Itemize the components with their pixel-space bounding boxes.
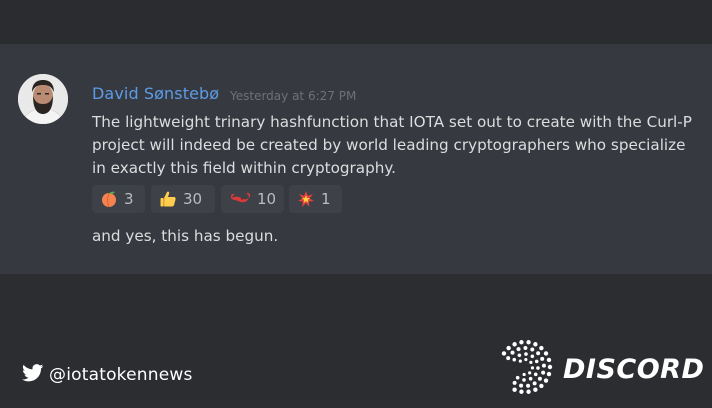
twitter-credit: @iotatokennews xyxy=(22,364,193,386)
followup-message-text: and yes, this has begun. xyxy=(92,227,279,245)
author-name[interactable]: David Sønstebø xyxy=(92,84,219,103)
top-spacer xyxy=(0,0,712,44)
message-text: The lightweight trinary hashfunction tha… xyxy=(92,113,692,177)
reaction-count: 10 xyxy=(257,190,277,208)
reaction-peach[interactable]: 3 xyxy=(92,185,145,213)
peach-icon xyxy=(100,190,118,208)
twitter-bird-icon xyxy=(22,364,44,386)
avatar[interactable] xyxy=(18,74,68,124)
reaction-lobster[interactable]: 10 xyxy=(221,185,284,213)
reaction-count: 3 xyxy=(124,190,134,208)
twitter-handle: @iotatokennews xyxy=(49,365,193,385)
lobster-icon xyxy=(229,190,251,208)
thumbs-up-icon xyxy=(159,190,177,208)
reaction-thumbs-up[interactable]: 30 xyxy=(151,185,215,213)
reaction-collision[interactable]: 1 xyxy=(289,185,342,213)
reaction-count: 1 xyxy=(321,190,331,208)
iota-logo-icon xyxy=(497,339,553,399)
discord-wordmark: DISCORD xyxy=(563,353,705,385)
message-timestamp: Yesterday at 6:27 PM xyxy=(230,89,357,103)
reaction-count: 30 xyxy=(183,190,203,208)
message-card: David Sønstebø Yesterday at 6:27 PM The … xyxy=(0,44,712,274)
collision-icon xyxy=(297,190,315,208)
discord-brand: DISCORD xyxy=(497,339,704,399)
